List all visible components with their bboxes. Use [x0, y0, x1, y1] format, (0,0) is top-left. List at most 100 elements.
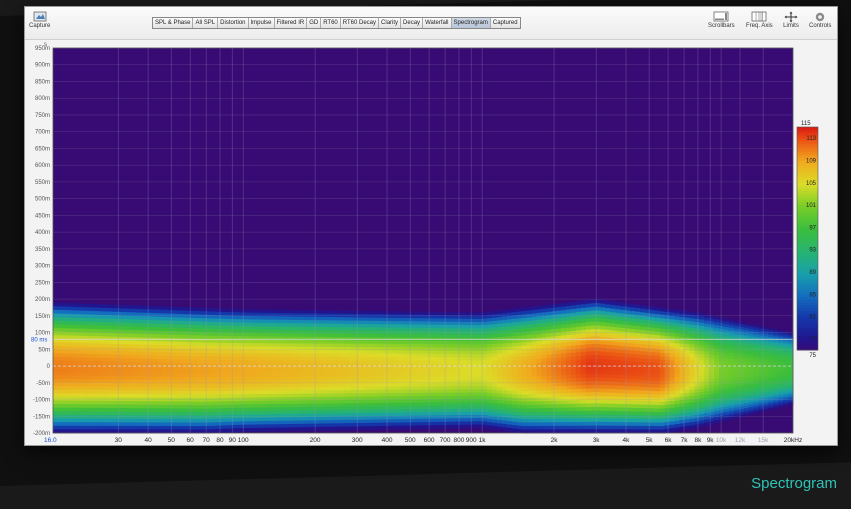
heatmap-cell [245, 366, 251, 371]
heatmap-cell [605, 403, 611, 408]
tab-rt60[interactable]: RT60 [321, 18, 341, 28]
heatmap-cell [107, 393, 113, 398]
heatmap-cell [181, 331, 187, 336]
heatmap-cell [339, 400, 345, 404]
heatmap-cell [575, 418, 582, 423]
heatmap-cell [413, 422, 419, 426]
heatmap-cell [299, 356, 305, 361]
heatmap-cell [447, 376, 453, 381]
heatmap-cell [393, 393, 399, 397]
heatmap-cell [723, 361, 730, 365]
heatmap-cell [250, 390, 256, 395]
heatmap-cell [186, 314, 192, 319]
heatmap-cell [353, 373, 360, 378]
heatmap-cell [561, 306, 567, 311]
heatmap-cell [112, 340, 118, 345]
heatmap-cell [714, 387, 720, 391]
heatmap-cell [319, 406, 325, 411]
heatmap-cell [472, 402, 478, 406]
heatmap-cell [265, 390, 271, 395]
heatmap-cell [146, 341, 153, 346]
tab-spl-phase[interactable]: SPL & Phase [153, 18, 194, 28]
tab-distortion[interactable]: Distortion [218, 18, 249, 28]
heatmap-cell [492, 363, 498, 368]
tab-captured[interactable]: Captured [490, 18, 520, 28]
spectrogram-svg[interactable]: 30 40 50 60 70 80 90 100 200 300 400 500 600 700 800 90… [25, 40, 837, 445]
heatmap-cell [279, 427, 286, 432]
heatmap-cell [245, 380, 251, 385]
limits-button[interactable]: Limits [782, 10, 800, 29]
heatmap-cell [353, 376, 360, 381]
tab-all-spl[interactable]: All SPL [193, 18, 219, 28]
heatmap-cell [645, 418, 651, 423]
heatmap-cell [635, 343, 641, 348]
heatmap-cell [659, 377, 666, 382]
tab-spectrogram[interactable]: Spectrogram [451, 18, 491, 28]
heatmap-cell [452, 421, 458, 426]
scrollbars-button[interactable]: Scrollbars [708, 10, 735, 29]
tab-decay[interactable]: Decay [401, 18, 424, 28]
heatmap-cell [250, 394, 256, 398]
tab-gd[interactable]: GD [307, 18, 322, 28]
heatmap-cell [353, 386, 360, 391]
heatmap-cell [506, 316, 513, 320]
heatmap-cell [235, 414, 241, 419]
heatmap-cell [585, 340, 592, 345]
heatmap-cell [358, 347, 365, 351]
heatmap-cell [141, 387, 148, 391]
heatmap-cell [349, 340, 355, 345]
heatmap-cell [714, 357, 720, 362]
heatmap-cell [161, 404, 167, 409]
heatmap-cell [324, 406, 330, 411]
heatmap-cell [127, 347, 133, 352]
heatmap-cell [334, 327, 340, 331]
heatmap-cell [630, 400, 636, 405]
heatmap-cell [339, 376, 345, 381]
heatmap-cell [699, 382, 705, 387]
heatmap-cell [704, 419, 710, 423]
heatmap-cell [556, 343, 562, 348]
heatmap-cell [136, 340, 143, 345]
heatmap-cell [250, 346, 256, 351]
heatmap-cell [171, 324, 177, 329]
freq-axis-button[interactable]: Freq. Axis [746, 10, 773, 29]
heatmap-cell [319, 366, 325, 371]
heatmap-cell [339, 350, 345, 355]
heatmap-cell [215, 408, 222, 413]
heatmap-cell [196, 342, 202, 347]
tab-impulse[interactable]: Impulse [248, 18, 275, 28]
controls-button[interactable]: Controls [809, 10, 831, 29]
heatmap-cell [210, 394, 217, 399]
spectrogram-plot[interactable]: s 30 40 50 60 70 80 90 100 200 300 400 500 600 700 800… [25, 40, 837, 445]
heatmap-cell [704, 391, 710, 396]
heatmap-cell [151, 337, 157, 342]
tab-filtered-ir[interactable]: Filtered IR [274, 18, 308, 28]
heatmap-cell [363, 386, 370, 391]
heatmap-cell [393, 324, 399, 329]
heatmap-cell [82, 386, 88, 391]
heatmap-cell [265, 329, 271, 334]
heatmap-cell [398, 383, 404, 387]
heatmap-cell [556, 425, 562, 430]
heatmap-cell [531, 380, 537, 385]
heatmap-cell [645, 394, 651, 399]
tab-waterfall[interactable]: Waterfall [423, 18, 452, 28]
heatmap-cell [571, 309, 577, 314]
heatmap-cell [447, 328, 453, 332]
tab-clarity[interactable]: Clarity [379, 18, 402, 28]
heatmap-cell [723, 378, 730, 382]
heatmap-cell [368, 324, 375, 328]
heatmap-cell [600, 370, 606, 375]
heatmap-cell [714, 346, 720, 350]
capture-button[interactable]: Capture [29, 10, 50, 29]
heatmap-cell [477, 354, 483, 358]
heatmap-cell [556, 386, 562, 391]
heatmap-cell [181, 317, 187, 322]
heatmap-cell [289, 343, 296, 348]
heatmap-cell [309, 373, 315, 378]
heatmap-cell [659, 408, 666, 413]
heatmap-cell [521, 352, 527, 357]
heatmap-cell [575, 385, 582, 390]
heatmap-cell [427, 389, 434, 394]
tab-rt60-decay[interactable]: RT60 Decay [340, 18, 380, 28]
